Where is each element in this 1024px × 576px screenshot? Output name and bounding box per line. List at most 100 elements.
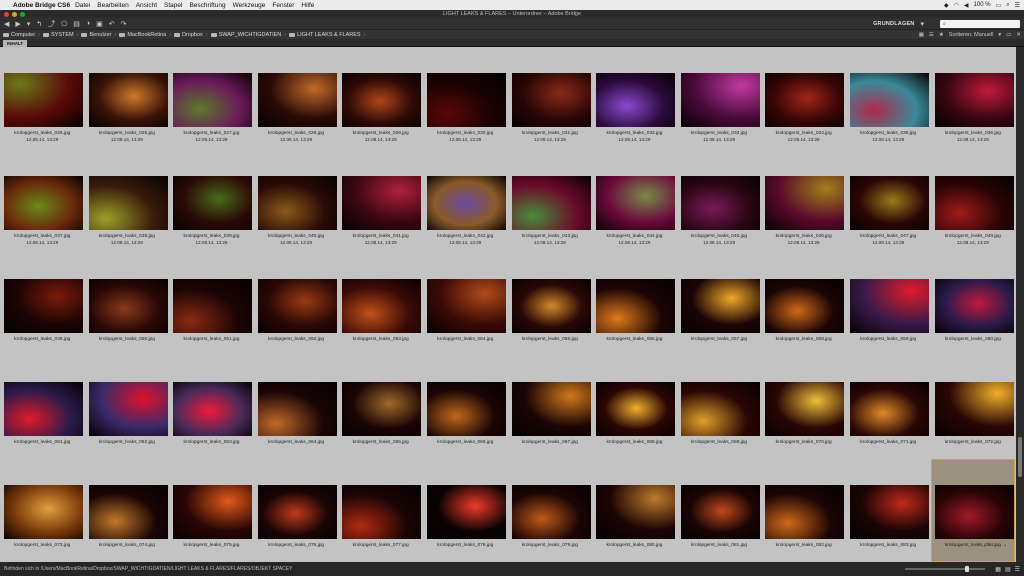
thumbnail-image[interactable] (849, 279, 929, 333)
thumbnail-item[interactable]: krolopgerst_leaks_081.jpg (677, 459, 762, 562)
thumbnail-item[interactable]: krolopgerst_leaks_060.jpg (931, 253, 1016, 356)
thumbnail-image[interactable] (765, 279, 845, 333)
thumbnail-image[interactable] (511, 485, 591, 539)
menu-hilfe[interactable]: Hilfe (301, 2, 314, 9)
thumbnail-item[interactable]: krolopgerst_leaks_059.jpg (846, 253, 931, 356)
menu-bearbeiten[interactable]: Bearbeiten (97, 2, 128, 9)
thumbnail-image[interactable] (342, 279, 422, 333)
thumbnail-item[interactable]: krolopgerst_leaks_054.jpg (423, 253, 508, 356)
thumbnail-image[interactable] (765, 73, 845, 127)
thumbnail-item[interactable]: krolopgerst_leaks_058.jpg (761, 253, 846, 356)
menu-fenster[interactable]: Fenster (272, 2, 294, 9)
filter-stars-icon[interactable]: ★ (939, 32, 944, 38)
thumbnail-image[interactable] (4, 279, 83, 333)
thumbnail-item[interactable]: krolopgerst_leaks_034.jpg 12.08.14, 13:29 (761, 47, 846, 150)
camera-download-icon[interactable]: ⎔ (61, 20, 67, 28)
thumbnail-item[interactable]: krolopgerst_leaks_063.jpg (169, 356, 254, 459)
thumbnail-image[interactable] (426, 485, 506, 539)
forward-arrow-icon[interactable]: ▶ (15, 20, 20, 28)
thumbnail-image[interactable] (765, 176, 845, 230)
dropbox-icon[interactable]: ◆ (944, 2, 949, 9)
thumbnail-item[interactable]: krolopgerst_leaks_075.jpg (169, 459, 254, 562)
breadcrumb-item[interactable]: Dropbox (174, 32, 203, 38)
thumbnail-image[interactable] (88, 176, 168, 230)
thumbnail-image[interactable] (680, 73, 760, 127)
thumbnail-item[interactable]: krolopgerst_leaks_025.jpg 12.08.14, 13:29 (0, 47, 85, 150)
wifi-icon[interactable]: ◠ (954, 2, 959, 9)
thumbnail-item[interactable]: krolopgerst_leaks_076.jpg (254, 459, 339, 562)
thumbnail-image[interactable] (596, 176, 676, 230)
thumbnail-image[interactable] (934, 279, 1014, 333)
breadcrumb-item[interactable]: Benutzer (81, 32, 111, 38)
thumbnail-item[interactable]: krolopgerst_leaks_036.jpg 12.08.14, 13:29 (931, 47, 1016, 150)
rotate-left-icon[interactable]: ↶ (109, 20, 115, 28)
thumbnail-item[interactable]: krolopgerst_leaks_066.jpg (423, 356, 508, 459)
thumbnail-image[interactable] (4, 485, 83, 539)
thumbnail-item[interactable]: krolopgerst_leaks_027.jpg 12.08.14, 13:29 (169, 47, 254, 150)
view-details-icon[interactable]: ▤ (1005, 566, 1011, 573)
thumbnail-item[interactable]: krolopgerst_leaks_030.jpg 12.08.14, 13:29 (423, 47, 508, 150)
delete-icon[interactable]: ✕ (1016, 32, 1021, 38)
thumbnail-image[interactable] (511, 73, 591, 127)
thumbnail-image[interactable] (849, 73, 929, 127)
boomerang-icon[interactable]: ⤴ (48, 19, 55, 29)
thumbnail-image[interactable] (765, 382, 845, 436)
breadcrumb-item[interactable]: LIGHT LEAKS & FLARES (289, 32, 361, 38)
history-dropdown-icon[interactable]: ▾ (27, 20, 31, 28)
thumbnail-item[interactable]: krolopgerst_leaks_072.jpg (931, 356, 1016, 459)
thumbnail-image[interactable] (173, 176, 253, 230)
thumbnail-image[interactable] (680, 176, 760, 230)
minimize-window-button[interactable] (12, 12, 17, 17)
view-list-icon[interactable]: ☰ (929, 32, 934, 38)
thumbnail-image[interactable] (680, 382, 760, 436)
volume-icon[interactable]: ◀ (964, 2, 969, 9)
thumbnail-image[interactable] (4, 382, 83, 436)
thumbnail-image[interactable] (934, 176, 1014, 230)
workspace-selector[interactable]: GRUNDLAGEN (873, 21, 914, 27)
thumbnail-image[interactable] (849, 382, 929, 436)
thumbnail-image[interactable] (257, 485, 337, 539)
sort-menu[interactable]: Sortieren: Manuell (949, 32, 994, 38)
output-icon[interactable]: ▣ (96, 20, 103, 28)
menu-stapel[interactable]: Stapel (164, 2, 182, 9)
thumbnail-item[interactable]: krolopgerst_leaks_052.jpg (254, 253, 339, 356)
content-scrollbar[interactable] (1016, 47, 1024, 562)
spotlight-icon[interactable]: ⌕ (1006, 2, 1009, 9)
thumbnail-image[interactable] (511, 382, 591, 436)
thumbnail-image[interactable] (934, 382, 1014, 436)
thumbnail-item[interactable]: krolopgerst_leaks_073.jpg (0, 459, 85, 562)
thumbnail-item[interactable]: krolopgerst_leaks_080.jpg (592, 459, 677, 562)
sort-dropdown-icon[interactable]: ▾ (998, 32, 1001, 38)
search-input[interactable]: ⌕ (940, 19, 1020, 28)
refine-icon[interactable]: ▤ (73, 20, 80, 28)
thumbnail-item[interactable]: krolopgerst_leaks_051.jpg (169, 253, 254, 356)
thumbnail-image[interactable] (934, 73, 1014, 127)
thumbnail-image[interactable] (511, 279, 591, 333)
thumbnail-image[interactable] (511, 176, 591, 230)
thumbnail-image[interactable] (426, 176, 506, 230)
thumbnail-item[interactable]: krolopgerst_leaks_050.jpg (85, 253, 170, 356)
thumbnail-item[interactable]: krolopgerst_leaks_062.jpg (85, 356, 170, 459)
thumbnail-image[interactable] (342, 485, 422, 539)
thumbnail-item[interactable]: krolopgerst_leaks_048.jpg 12.08.14, 13:29 (931, 150, 1016, 253)
new-folder-icon[interactable]: ▭ (1006, 32, 1011, 38)
parent-folder-icon[interactable]: ↰ (36, 20, 42, 28)
thumbnail-item[interactable]: krolopgerst_leaks_032.jpg 12.08.14, 13:29 (592, 47, 677, 150)
thumbnail-item[interactable]: krolopgerst_leaks_028.jpg 12.08.14, 13:29 (254, 47, 339, 150)
thumbnail-item[interactable]: krolopgerst_leaks_068.jpg (592, 356, 677, 459)
thumbnail-item[interactable]: krolopgerst_leaks_031.jpg 12.08.14, 13:29 (508, 47, 593, 150)
thumbnail-item[interactable]: krolopgerst_leaks_079.jpg (508, 459, 593, 562)
thumbnail-image[interactable] (426, 279, 506, 333)
thumbnail-item[interactable]: krolopgerst_leaks_039.jpg 12.08.14, 13:29 (169, 150, 254, 253)
thumbnail-item[interactable]: krolopgerst_leaks_074.jpg (85, 459, 170, 562)
thumbnail-item[interactable]: krolopgerst_leaks_077.jpg (338, 459, 423, 562)
menu-datei[interactable]: Datei (75, 2, 90, 9)
battery-icon[interactable]: ▭ (996, 2, 1002, 9)
thumbnail-item[interactable]: krolopgerst_leaks_029.jpg 12.08.14, 13:29 (338, 47, 423, 150)
thumbnail-image[interactable] (680, 279, 760, 333)
thumbnail-image[interactable] (173, 73, 253, 127)
thumbnail-image[interactable] (849, 176, 929, 230)
thumbnail-image[interactable] (849, 485, 929, 539)
thumbnail-item[interactable]: krolopgerst_leaks_078.jpg (423, 459, 508, 562)
thumbnail-item[interactable]: krolopgerst_leaks_082.jpg (761, 459, 846, 562)
